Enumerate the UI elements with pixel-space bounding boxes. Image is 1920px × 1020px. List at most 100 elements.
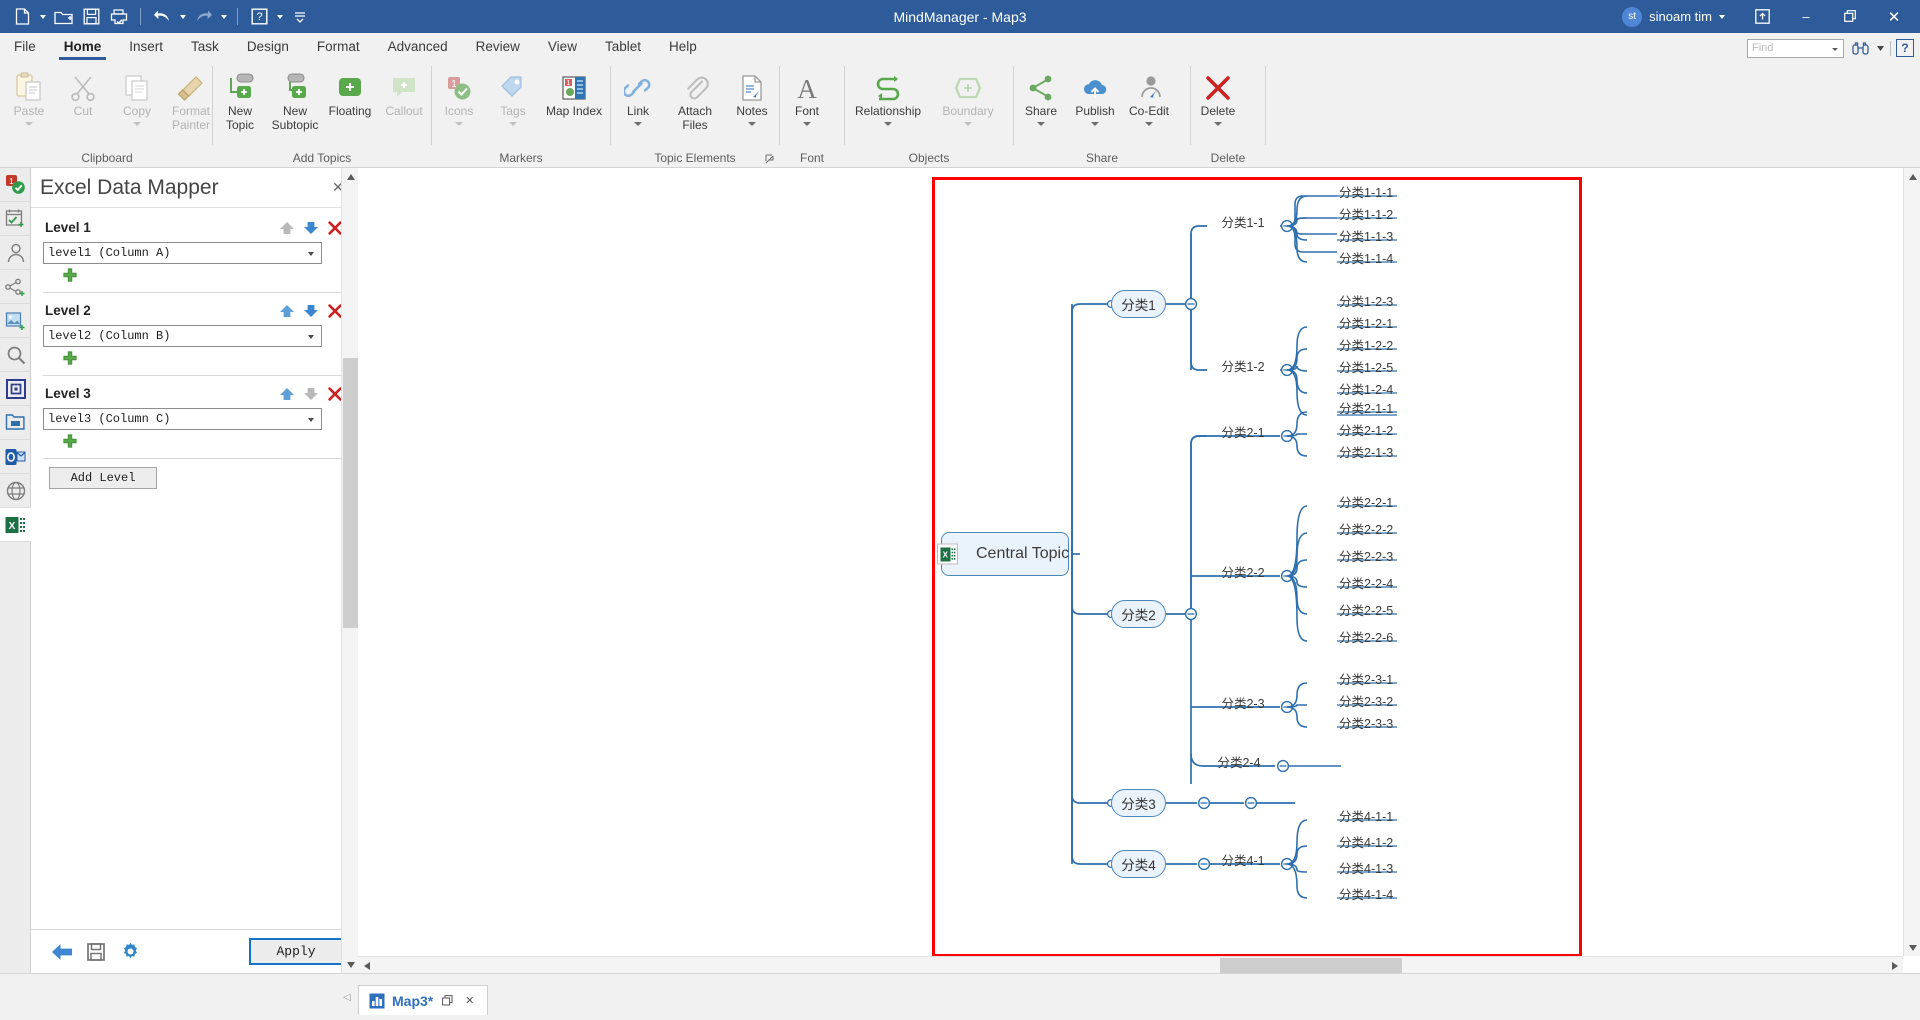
find-dropdown-icon[interactable] bbox=[1876, 38, 1885, 58]
tab-format[interactable]: Format bbox=[303, 33, 374, 60]
save-icon[interactable] bbox=[79, 937, 113, 967]
tab-home[interactable]: Home bbox=[50, 33, 116, 60]
map-index-button[interactable]: 1 Map Index bbox=[540, 65, 608, 119]
sidebar-icon-tasks[interactable] bbox=[0, 202, 31, 236]
node-sub-2-4[interactable]: 分类2-4 bbox=[1203, 752, 1275, 771]
node-leaf-2-2-1[interactable]: 分类2-2-1 bbox=[1339, 492, 1393, 511]
customize-qat-icon[interactable] bbox=[287, 4, 313, 29]
level-2-move-down-icon[interactable] bbox=[299, 300, 323, 322]
sidebar-icon-resources[interactable] bbox=[0, 236, 31, 270]
sidebar-icon-markers[interactable]: 1 bbox=[0, 168, 31, 202]
scroll-up-icon[interactable] bbox=[1904, 168, 1920, 185]
close-button[interactable]: ✕ bbox=[1872, 0, 1916, 33]
node-leaf-1-1-3[interactable]: 分类1-1-3 bbox=[1339, 226, 1393, 245]
node-leaf-1-2-2[interactable]: 分类1-2-2 bbox=[1339, 335, 1393, 354]
level-1-add-field-icon[interactable] bbox=[63, 267, 77, 287]
node-leaf-4-1-4[interactable]: 分类4-1-4 bbox=[1339, 884, 1393, 903]
print-preview-icon[interactable] bbox=[106, 4, 132, 29]
level-2-move-up-icon[interactable] bbox=[275, 300, 299, 322]
delete-dropdown-icon[interactable] bbox=[1214, 119, 1222, 130]
boundary-button[interactable]: Boundary bbox=[931, 65, 1005, 130]
tab-task[interactable]: Task bbox=[177, 33, 233, 60]
level-3-move-down-icon[interactable] bbox=[299, 383, 323, 405]
tab-file[interactable]: File bbox=[0, 33, 50, 60]
new-document-dropdown-icon[interactable] bbox=[37, 4, 48, 29]
node-leaf-4-1-3[interactable]: 分类4-1-3 bbox=[1339, 858, 1393, 877]
previous-tab-icon[interactable]: ◁ bbox=[336, 984, 358, 1010]
node-branch-2[interactable]: 分类2 bbox=[1111, 600, 1166, 628]
notes-button[interactable]: Notes bbox=[725, 65, 779, 130]
open-folder-icon[interactable] bbox=[50, 4, 76, 29]
node-central-topic[interactable]: X Central Topic bbox=[937, 532, 1069, 576]
restore-tab-icon[interactable] bbox=[440, 993, 455, 1008]
canvas-horizontal-scrollbar[interactable] bbox=[358, 956, 1903, 973]
font-button[interactable]: A Font bbox=[780, 65, 834, 130]
redo-dropdown-icon[interactable] bbox=[218, 4, 229, 29]
tab-advanced[interactable]: Advanced bbox=[374, 33, 462, 60]
publish-dropdown-icon[interactable] bbox=[1091, 119, 1099, 130]
node-leaf-2-1-3[interactable]: 分类2-1-3 bbox=[1339, 442, 1393, 461]
node-branch-4[interactable]: 分类4 bbox=[1111, 850, 1166, 878]
node-leaf-2-2-6[interactable]: 分类2-2-6 bbox=[1339, 627, 1393, 646]
panel-scroll-up-icon[interactable] bbox=[342, 168, 359, 185]
new-subtopic-button[interactable]: New Subtopic bbox=[267, 65, 323, 133]
paste-dropdown-icon[interactable] bbox=[25, 119, 33, 130]
topic-elements-dialog-launcher[interactable] bbox=[764, 153, 776, 165]
node-branch-3[interactable]: 分类3 bbox=[1111, 789, 1166, 817]
share-button[interactable]: Share bbox=[1014, 65, 1068, 130]
link-dropdown-icon[interactable] bbox=[634, 119, 642, 130]
tab-view[interactable]: View bbox=[534, 33, 591, 60]
tab-design[interactable]: Design bbox=[233, 33, 303, 60]
level-1-column-select[interactable]: level1 (Column A) bbox=[43, 242, 322, 264]
apply-button[interactable]: Apply bbox=[249, 938, 343, 965]
panel-scroll-thumb[interactable] bbox=[343, 358, 358, 628]
add-level-button[interactable]: Add Level bbox=[49, 467, 157, 489]
help-question-icon[interactable]: ? bbox=[1896, 39, 1914, 57]
document-tab-map3[interactable]: Map3* ✕ bbox=[358, 985, 489, 1015]
tab-tablet[interactable]: Tablet bbox=[591, 33, 655, 60]
node-leaf-2-3-1[interactable]: 分类2-3-1 bbox=[1339, 669, 1393, 688]
node-leaf-1-2-4[interactable]: 分类1-2-4 bbox=[1339, 379, 1393, 398]
maximize-restore-button[interactable] bbox=[1828, 0, 1872, 33]
canvas-vertical-scrollbar[interactable] bbox=[1903, 168, 1920, 956]
level-3-move-up-icon[interactable] bbox=[275, 383, 299, 405]
panel-scroll-down-icon[interactable] bbox=[342, 956, 359, 973]
node-leaf-2-2-3[interactable]: 分类2-2-3 bbox=[1339, 546, 1393, 565]
new-document-icon[interactable] bbox=[9, 4, 35, 29]
avatar[interactable]: st bbox=[1622, 6, 1643, 27]
horizontal-scroll-thumb[interactable] bbox=[1220, 958, 1402, 973]
ribbon-display-options-icon[interactable] bbox=[1740, 0, 1784, 33]
delete-button[interactable]: Delete bbox=[1191, 65, 1245, 130]
tab-help[interactable]: Help bbox=[655, 33, 711, 60]
node-leaf-1-1-1[interactable]: 分类1-1-1 bbox=[1339, 182, 1393, 201]
undo-dropdown-icon[interactable] bbox=[177, 4, 188, 29]
save-icon[interactable] bbox=[78, 4, 104, 29]
node-sub-1-1[interactable]: 分类1-1 bbox=[1207, 212, 1279, 231]
settings-gear-icon[interactable] bbox=[113, 937, 147, 967]
find-input[interactable]: Find bbox=[1747, 38, 1844, 58]
boundary-dropdown-icon[interactable] bbox=[964, 119, 972, 130]
node-leaf-2-1-1[interactable]: 分类2-1-1 bbox=[1339, 398, 1393, 417]
node-sub-2-3[interactable]: 分类2-3 bbox=[1207, 693, 1279, 712]
co-edit-button[interactable]: Co-Edit bbox=[1122, 65, 1176, 130]
new-topic-button[interactable]: New Topic bbox=[213, 65, 267, 133]
node-leaf-2-1-2[interactable]: 分类2-1-2 bbox=[1339, 420, 1393, 439]
node-leaf-4-1-2[interactable]: 分类4-1-2 bbox=[1339, 832, 1393, 851]
node-leaf-2-3-2[interactable]: 分类2-3-2 bbox=[1339, 691, 1393, 710]
node-leaf-2-2-5[interactable]: 分类2-2-5 bbox=[1339, 600, 1393, 619]
link-button[interactable]: Link bbox=[611, 65, 665, 130]
node-leaf-1-1-4[interactable]: 分类1-1-4 bbox=[1339, 248, 1393, 267]
map-selection-frame[interactable]: X Central Topic 分类1 分类2 分类3 分类4 分类1-1 分类… bbox=[932, 177, 1582, 957]
sidebar-icon-web[interactable] bbox=[0, 474, 31, 508]
node-leaf-1-2-3[interactable]: 分类1-2-3 bbox=[1339, 291, 1393, 310]
find-binoculars-icon[interactable] bbox=[1849, 38, 1871, 58]
close-tab-icon[interactable]: ✕ bbox=[462, 993, 477, 1008]
node-leaf-4-1-1[interactable]: 分类4-1-1 bbox=[1339, 806, 1393, 825]
level-2-add-field-icon[interactable] bbox=[63, 350, 77, 370]
copy-dropdown-icon[interactable] bbox=[133, 119, 141, 130]
undo-icon[interactable] bbox=[149, 4, 175, 29]
node-leaf-2-2-4[interactable]: 分类2-2-4 bbox=[1339, 573, 1393, 592]
sidebar-icon-map-parts[interactable] bbox=[0, 372, 31, 406]
sidebar-icon-library[interactable] bbox=[0, 406, 31, 440]
attach-files-button[interactable]: Attach Files bbox=[665, 65, 725, 133]
